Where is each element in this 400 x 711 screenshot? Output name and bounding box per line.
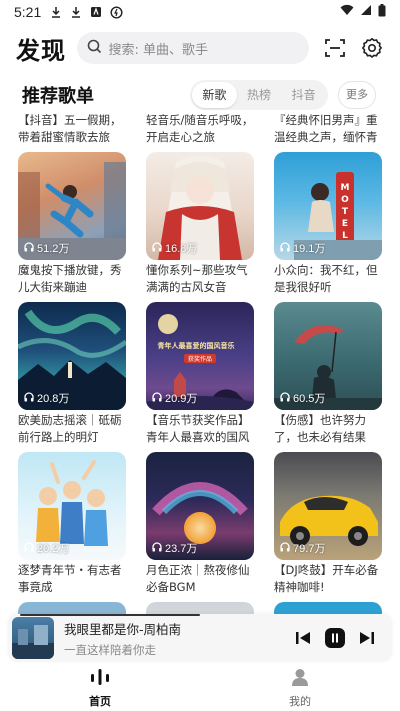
tab-hot-chart[interactable]: 热榜 bbox=[237, 82, 282, 108]
play-count: 20.8万 bbox=[24, 390, 69, 406]
play-count: 79.7万 bbox=[280, 540, 325, 556]
play-count: 51.2万 bbox=[24, 240, 69, 256]
search-placeholder: 搜索: 单曲、歌手 bbox=[108, 42, 208, 58]
headphones-icon bbox=[152, 541, 162, 555]
playlist-card[interactable]: M O T E L 19.1万 小众向：我不红，但是我很好听 bbox=[274, 152, 382, 298]
playlist-card[interactable]: 51.2万 魔鬼按下播放键，秀儿大街来蹦迪 bbox=[18, 152, 126, 298]
wifi-icon bbox=[340, 4, 354, 20]
tab-douyin[interactable]: 抖音 bbox=[281, 82, 326, 108]
headphones-icon bbox=[152, 241, 162, 255]
app-icon bbox=[89, 5, 103, 19]
playlist-caption[interactable]: 【抖音】五一假期，带着甜蜜情歌去旅行! bbox=[18, 112, 126, 146]
headphones-icon bbox=[24, 241, 34, 255]
playlist-caption[interactable]: 懂你系列~那些攻气满满的古风女音 bbox=[146, 262, 254, 298]
more-button[interactable]: 更多 bbox=[338, 81, 376, 109]
now-playing-title: 我眼里都是你-周柏南 bbox=[64, 621, 182, 637]
playlist-cover[interactable]: 60.5万 bbox=[274, 302, 382, 410]
playlist-cover[interactable]: 青年人最喜爱的国风音乐 获奖作品 20.9万 bbox=[146, 302, 254, 410]
partial-captions-row: 【抖音】五一假期，带着甜蜜情歌去旅行! 轻音乐/随音乐呼吸，开启走心之旅 『经典… bbox=[18, 112, 384, 148]
poster-badge: 获奖作品 bbox=[188, 355, 212, 363]
playlist-card[interactable]: 20.8万 欧美励志摇滚｜砥砺前行路上的明灯 bbox=[18, 302, 126, 448]
playlist-card[interactable]: 20.2万 逐梦青年节・有志者事竟成 bbox=[18, 452, 126, 598]
playlist-caption[interactable]: 小众向：我不红，但是我很好听 bbox=[274, 262, 382, 298]
play-count: 60.5万 bbox=[280, 390, 325, 406]
headphones-icon bbox=[280, 391, 290, 405]
svg-text:T: T bbox=[342, 207, 349, 217]
playlist-cover[interactable]: 20.2万 bbox=[18, 452, 126, 560]
now-playing-info[interactable]: 我眼里都是你-周柏南 一直这样陪着你走 bbox=[64, 619, 284, 658]
now-playing-cover[interactable] bbox=[12, 617, 54, 659]
playlist-cover[interactable]: 79.7万 bbox=[274, 452, 382, 560]
playlist-card[interactable]: 60.5万 【伤感】也许努力了，也未必有结果 bbox=[274, 302, 382, 448]
playlist-card[interactable]: 青年人最喜爱的国风音乐 获奖作品 20.9万 【音乐节获奖作品】青年人最喜欢的国… bbox=[146, 302, 254, 448]
svg-text:L: L bbox=[342, 231, 348, 241]
playlist-card[interactable]: 79.7万 【DJ咚鼓】开车必备精神咖啡! bbox=[274, 452, 382, 598]
playlist-caption[interactable]: 轻音乐/随音乐呼吸，开启走心之旅 bbox=[146, 112, 254, 146]
search-icon bbox=[87, 39, 102, 58]
cellular-icon bbox=[360, 4, 372, 20]
status-time: 5:21 bbox=[14, 4, 42, 20]
tab-home-label: 首页 bbox=[89, 694, 111, 708]
playlist-caption[interactable]: 魔鬼按下播放键，秀儿大街来蹦迪 bbox=[18, 262, 126, 298]
playlist-card[interactable]: 23.7万 月色正浓｜熬夜修仙必备BGM bbox=[146, 452, 254, 598]
battery-icon bbox=[378, 3, 386, 21]
playlist-cover[interactable]: 20.8万 bbox=[18, 302, 126, 410]
download-icon bbox=[69, 5, 83, 19]
playlist-caption[interactable]: 『经典怀旧男声』重温经典之声，缅怀青春年 bbox=[274, 112, 382, 146]
playlist-tabs: 新歌 热榜 抖音 bbox=[190, 80, 328, 110]
home-wave-icon bbox=[89, 667, 111, 691]
download-icon bbox=[49, 5, 63, 19]
svg-text:M: M bbox=[341, 183, 350, 193]
headphones-icon bbox=[24, 541, 34, 555]
playlist-caption[interactable]: 【DJ咚鼓】开车必备精神咖啡! bbox=[274, 562, 382, 598]
playlist-card[interactable]: 16.8万 懂你系列~那些攻气满满的古风女音 bbox=[146, 152, 254, 298]
status-bar: 5:21 bbox=[0, 0, 400, 24]
play-count: 23.7万 bbox=[152, 540, 197, 556]
user-icon bbox=[290, 667, 310, 691]
playlist-cover[interactable]: 51.2万 bbox=[18, 152, 126, 260]
playlist-grid: 【抖音】五一假期，带着甜蜜情歌去旅行! 轻音乐/随音乐呼吸，开启走心之旅 『经典… bbox=[18, 112, 384, 616]
play-count: 20.9万 bbox=[152, 390, 197, 406]
data-saver-icon bbox=[109, 5, 123, 19]
playback-progress[interactable] bbox=[20, 614, 200, 616]
previous-icon[interactable] bbox=[290, 625, 316, 651]
svg-text:O: O bbox=[341, 195, 349, 205]
mini-player[interactable]: 我眼里都是你-周柏南 一直这样陪着你走 bbox=[8, 614, 392, 662]
tab-home[interactable]: 首页 bbox=[0, 664, 200, 711]
playlist-row: 20.2万 逐梦青年节・有志者事竟成 23.7万 月色正浓｜熬夜修仙必备BGM … bbox=[18, 452, 384, 598]
tab-mine-label: 我的 bbox=[289, 694, 311, 708]
settings-icon[interactable] bbox=[361, 35, 384, 61]
playlist-caption[interactable]: 逐梦青年节・有志者事竟成 bbox=[18, 562, 126, 598]
search-input[interactable]: 搜索: 单曲、歌手 bbox=[77, 32, 310, 64]
playlist-row: 51.2万 魔鬼按下播放键，秀儿大街来蹦迪 16.8万 懂你系列~那些攻气满满的… bbox=[18, 152, 384, 298]
section-title: 推荐歌单 bbox=[22, 86, 94, 107]
now-playing-lyric: 一直这样陪着你走 bbox=[64, 642, 156, 657]
headphones-icon bbox=[280, 241, 290, 255]
svg-text:E: E bbox=[342, 219, 348, 229]
page-logo: 发现 bbox=[16, 36, 66, 65]
play-count: 16.8万 bbox=[152, 240, 197, 256]
next-icon[interactable] bbox=[354, 625, 380, 651]
playlist-cover[interactable]: 23.7万 bbox=[146, 452, 254, 560]
playlist-caption[interactable]: 【伤感】也许努力了，也未必有结果 bbox=[274, 412, 382, 448]
playlist-caption[interactable]: 欧美励志摇滚｜砥砺前行路上的明灯 bbox=[18, 412, 126, 448]
section-header: 推荐歌单 新歌 热榜 抖音 更多 bbox=[0, 78, 400, 112]
headphones-icon bbox=[280, 541, 290, 555]
top-header: 发现 搜索: 单曲、歌手 bbox=[0, 28, 400, 68]
playlist-cover[interactable]: M O T E L 19.1万 bbox=[274, 152, 382, 260]
pause-icon[interactable] bbox=[322, 625, 348, 651]
play-count: 20.2万 bbox=[24, 540, 69, 556]
tab-new-songs[interactable]: 新歌 bbox=[192, 82, 237, 108]
playlist-row: 20.8万 欧美励志摇滚｜砥砺前行路上的明灯 青年人最喜爱的国风音乐 获奖作品 bbox=[18, 302, 384, 448]
tab-mine[interactable]: 我的 bbox=[200, 664, 400, 711]
bottom-tab-bar: 首页 我的 bbox=[0, 664, 400, 711]
playlist-cover[interactable]: 16.8万 bbox=[146, 152, 254, 260]
scan-icon[interactable] bbox=[323, 35, 346, 61]
poster-line: 青年人最喜爱的国风音乐 bbox=[158, 341, 235, 350]
playlist-caption[interactable]: 【音乐节获奖作品】青年人最喜欢的国风音乐 bbox=[146, 412, 254, 448]
headphones-icon bbox=[152, 391, 162, 405]
playlist-caption[interactable]: 月色正浓｜熬夜修仙必备BGM bbox=[146, 562, 254, 598]
play-count: 19.1万 bbox=[280, 240, 325, 256]
headphones-icon bbox=[24, 391, 34, 405]
